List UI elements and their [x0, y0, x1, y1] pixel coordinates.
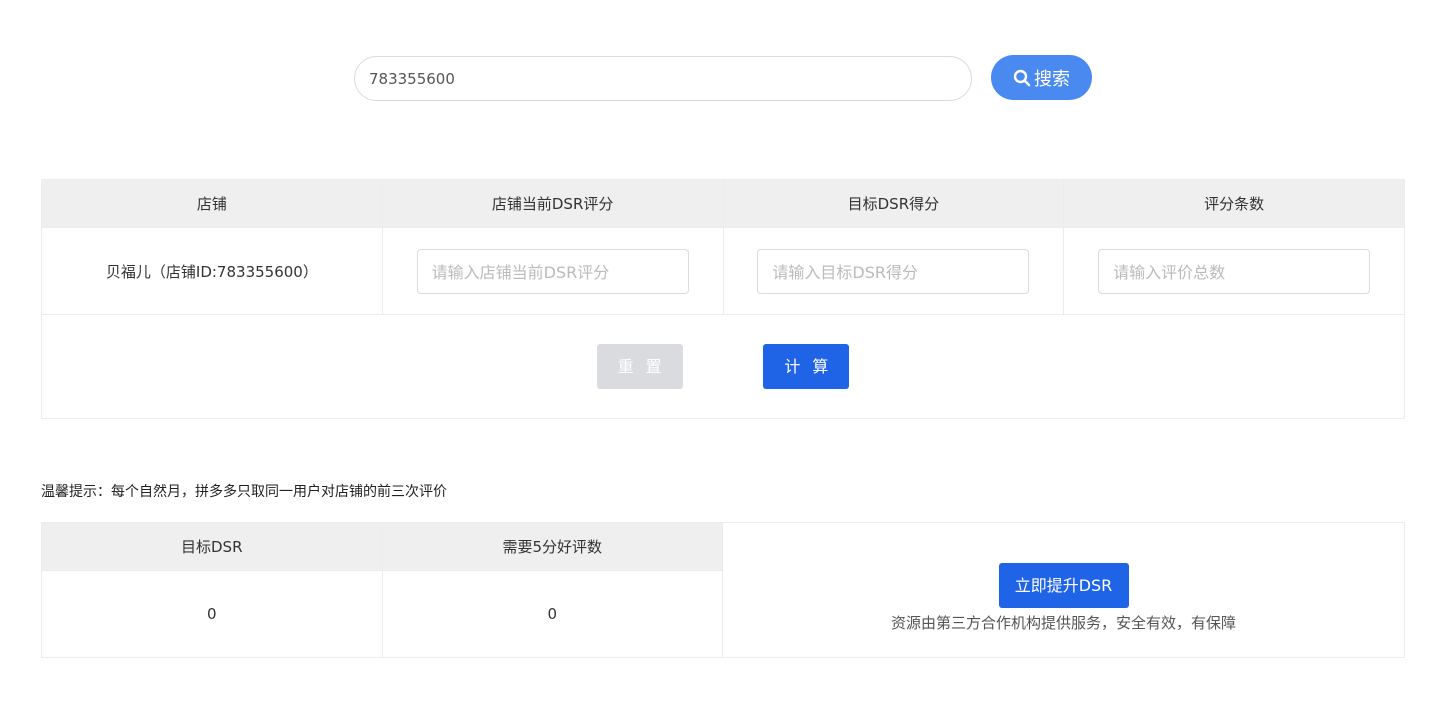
review-count-input[interactable]: 请输入评价总数	[1098, 248, 1371, 294]
header-five-star-needed: 需要5分好评数	[381, 522, 723, 571]
five-star-needed-value: 0	[381, 570, 723, 658]
promo-box: 立即提升DSR 资源由第三方合作机构提供服务，安全有效，有保障	[722, 522, 1405, 658]
search-icon	[1013, 69, 1031, 86]
dsr-calc-table: 店铺 店铺当前DSR评分 目标DSR得分 评分条数 贝福儿（店铺ID:78335…	[41, 179, 1405, 419]
promo-note: 资源由第三方合作机构提供服务，安全有效，有保障	[890, 614, 1236, 632]
current-dsr-input[interactable]: 请输入店铺当前DSR评分	[416, 248, 689, 294]
result-table: 目标DSR 需要5分好评数 0 0	[41, 522, 723, 658]
shop-name: 贝福儿（店铺ID:783355600）	[41, 227, 383, 315]
calculate-button[interactable]: 计算	[763, 344, 850, 389]
search-input[interactable]: 783355600	[354, 56, 972, 101]
tip-text: 温馨提示：每个自然月，拼多多只取同一用户对店铺的前三次评价	[41, 484, 447, 500]
reset-button[interactable]: 重置	[596, 344, 683, 389]
header-current-dsr: 店铺当前DSR评分	[381, 179, 724, 228]
header-target-dsr: 目标DSR	[41, 522, 383, 571]
search-button[interactable]: 搜索	[991, 55, 1092, 100]
boost-dsr-button[interactable]: 立即提升DSR	[998, 563, 1129, 608]
header-review-count: 评分条数	[1063, 179, 1405, 228]
search-button-label: 搜索	[1034, 68, 1070, 90]
target-dsr-input[interactable]: 请输入目标DSR得分	[757, 248, 1030, 294]
header-target-dsr: 目标DSR得分	[722, 179, 1065, 228]
target-dsr-value: 0	[41, 570, 383, 658]
header-shop: 店铺	[41, 179, 383, 228]
